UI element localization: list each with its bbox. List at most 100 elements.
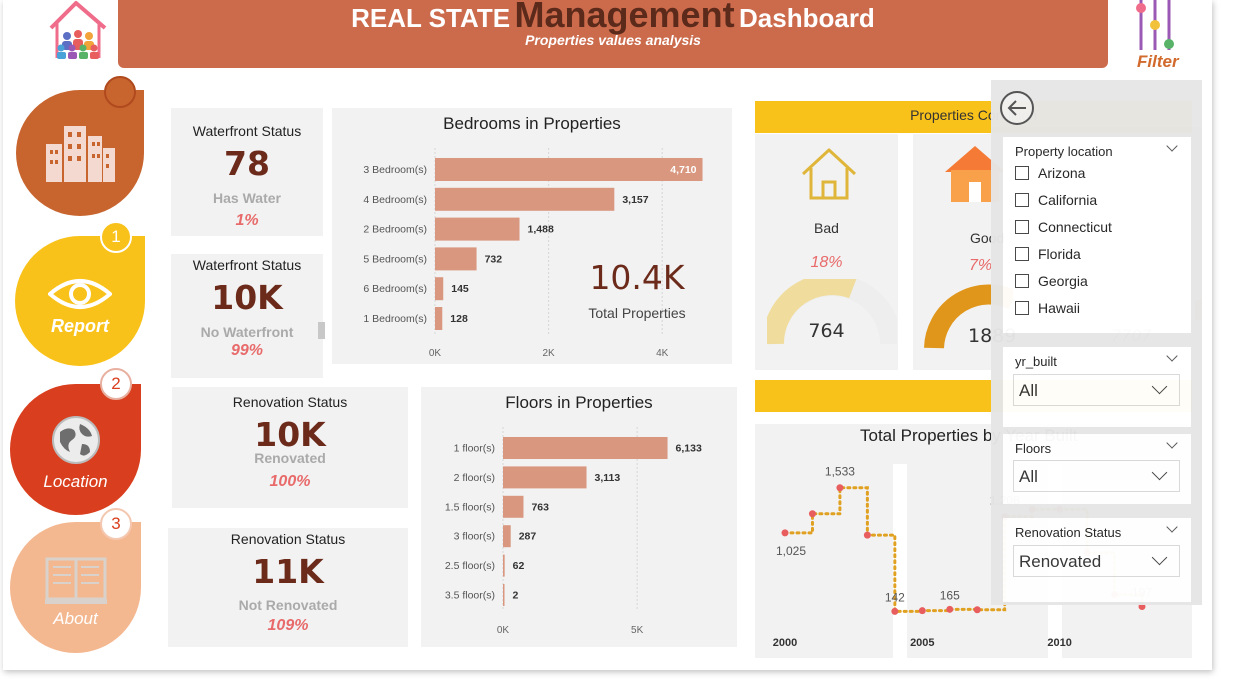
- slicer-yr-built: yr_built All: [1003, 347, 1191, 427]
- data-label: 4,710: [670, 164, 696, 176]
- data-point[interactable]: [973, 606, 981, 614]
- kpi-value: 10K: [211, 278, 283, 317]
- category-label: 1.5 floor(s): [445, 501, 495, 513]
- nav-home-button[interactable]: [16, 90, 144, 216]
- eye-icon: [48, 278, 112, 309]
- bar[interactable]: [503, 495, 524, 518]
- bar[interactable]: [503, 525, 511, 548]
- yr-built-dropdown[interactable]: All: [1013, 374, 1180, 406]
- data-label: 62: [513, 560, 525, 572]
- back-arrow-button[interactable]: [999, 90, 1035, 126]
- checkbox[interactable]: [1015, 301, 1029, 315]
- data-label: 1,533: [825, 465, 855, 479]
- filter-slicer-panel: Property location Arizona California Conne…: [991, 80, 1202, 605]
- kpi-card-renovated: Renovation Status 10K Renovated 100%: [172, 387, 408, 508]
- location-option-label: Florida: [1038, 246, 1081, 262]
- header-banner: REAL STATE Management Dashboard Properti…: [118, 0, 1108, 68]
- kpi-card-not-renovated: Renovation Status 11K Not Renovated 109%: [168, 528, 408, 647]
- bar[interactable]: [435, 307, 443, 330]
- kpi-title: Renovation Status: [230, 531, 346, 547]
- condition-card-good: Good 7% 1889: [913, 134, 1016, 370]
- total-properties-value: 10.4K: [589, 258, 685, 297]
- kpi-value: 11K: [252, 552, 324, 591]
- title-part-left: REAL STATE: [351, 3, 511, 33]
- chevron-down-icon[interactable]: [1166, 140, 1178, 152]
- location-option[interactable]: Arizona: [1015, 165, 1085, 181]
- renovation-selected: Renovated: [1019, 552, 1102, 571]
- about-badge: 3: [100, 508, 132, 540]
- slicer-location-title: Property location: [1015, 144, 1113, 159]
- filter-label[interactable]: Filter: [1137, 52, 1179, 72]
- data-point[interactable]: [836, 484, 844, 492]
- bar[interactable]: [435, 247, 477, 271]
- checkbox[interactable]: [1015, 166, 1029, 180]
- location-option[interactable]: Connecticut: [1015, 219, 1112, 235]
- nav-location-button[interactable]: Location: [10, 384, 141, 515]
- bar[interactable]: [435, 277, 444, 301]
- data-label: 732: [485, 253, 503, 265]
- floors-chart-card: Floors in Properties 0K 5K 1 floor(s) 6,133…: [421, 387, 737, 647]
- checkbox[interactable]: [1015, 274, 1029, 288]
- bar[interactable]: [503, 584, 505, 606]
- category-label: 6 Bedroom(s): [363, 283, 427, 295]
- location-option[interactable]: California: [1015, 192, 1097, 208]
- data-point[interactable]: [808, 510, 816, 518]
- data-point[interactable]: [781, 529, 789, 537]
- buildings-icon: [46, 126, 115, 182]
- dashboard-page: REAL STATE Management Dashboard Properti…: [3, 0, 1212, 670]
- chevron-down-icon[interactable]: [1166, 521, 1178, 533]
- data-point[interactable]: [918, 607, 926, 615]
- data-point[interactable]: [863, 531, 871, 539]
- bar[interactable]: [435, 217, 520, 241]
- checkbox[interactable]: [1015, 220, 1029, 234]
- location-option-label: California: [1038, 192, 1098, 208]
- data-label: 145: [451, 283, 469, 295]
- category-label: 3 Bedroom(s): [363, 164, 427, 176]
- checkbox[interactable]: [1015, 193, 1029, 207]
- x-tick-label: 0K: [497, 625, 510, 636]
- back-arrow-icon: [1000, 91, 1034, 125]
- bar[interactable]: [503, 466, 587, 489]
- slicer-renovation: Renovation Status Renovated: [1003, 518, 1191, 602]
- renovation-dropdown[interactable]: Renovated: [1013, 545, 1180, 577]
- floors-dropdown[interactable]: All: [1013, 460, 1180, 492]
- kpi-label: Has Water: [213, 190, 281, 206]
- location-option[interactable]: Florida: [1015, 246, 1081, 262]
- kpi-title: Waterfront Status: [192, 257, 302, 273]
- nav-about-button[interactable]: About: [10, 522, 141, 653]
- kpi-card-no-waterfront: Waterfront Status 10K No Waterfront 99%: [171, 254, 323, 378]
- data-point[interactable]: [891, 607, 899, 615]
- chevron-down-icon[interactable]: [1166, 350, 1178, 362]
- data-label: 2: [513, 590, 519, 602]
- slicer-floors: Floors All: [1003, 434, 1191, 504]
- category-label: 2.5 floor(s): [445, 560, 495, 572]
- category-label: 1 Bedroom(s): [363, 313, 427, 325]
- title-part-right: Dashboard: [739, 3, 875, 33]
- bar[interactable]: [503, 437, 668, 459]
- bar[interactable]: [435, 187, 615, 211]
- checkbox[interactable]: [1015, 247, 1029, 261]
- filter-sliders-icon[interactable]: [1131, 0, 1181, 52]
- nav-report-button[interactable]: Report: [15, 236, 145, 366]
- slicer-floors-title: Floors: [1015, 441, 1052, 456]
- slicer-renovation-title: Renovation Status: [1015, 525, 1122, 540]
- condition-bad-percent: 18%: [810, 254, 843, 271]
- category-label: 2 floor(s): [454, 472, 495, 484]
- bar[interactable]: [435, 158, 703, 181]
- data-label: 1,488: [528, 224, 554, 236]
- data-label: 763: [531, 501, 549, 513]
- category-label: 2 Bedroom(s): [363, 224, 427, 236]
- chevron-down-icon[interactable]: [1166, 437, 1178, 449]
- dashboard-title: REAL STATE Management Dashboard: [118, 0, 1108, 36]
- scrollbar-thumb[interactable]: [318, 322, 325, 339]
- data-point[interactable]: [946, 605, 954, 613]
- category-label: 3.5 floor(s): [445, 590, 495, 602]
- location-option[interactable]: Georgia: [1015, 273, 1088, 289]
- home-badge: [104, 76, 136, 108]
- title-part-big: Management: [514, 0, 735, 35]
- bar[interactable]: [503, 554, 505, 577]
- data-label: 6,133: [676, 443, 702, 455]
- location-option[interactable]: Hawaii: [1015, 300, 1080, 316]
- slicer-yr-built-title: yr_built: [1015, 354, 1057, 369]
- data-label: 287: [519, 531, 537, 543]
